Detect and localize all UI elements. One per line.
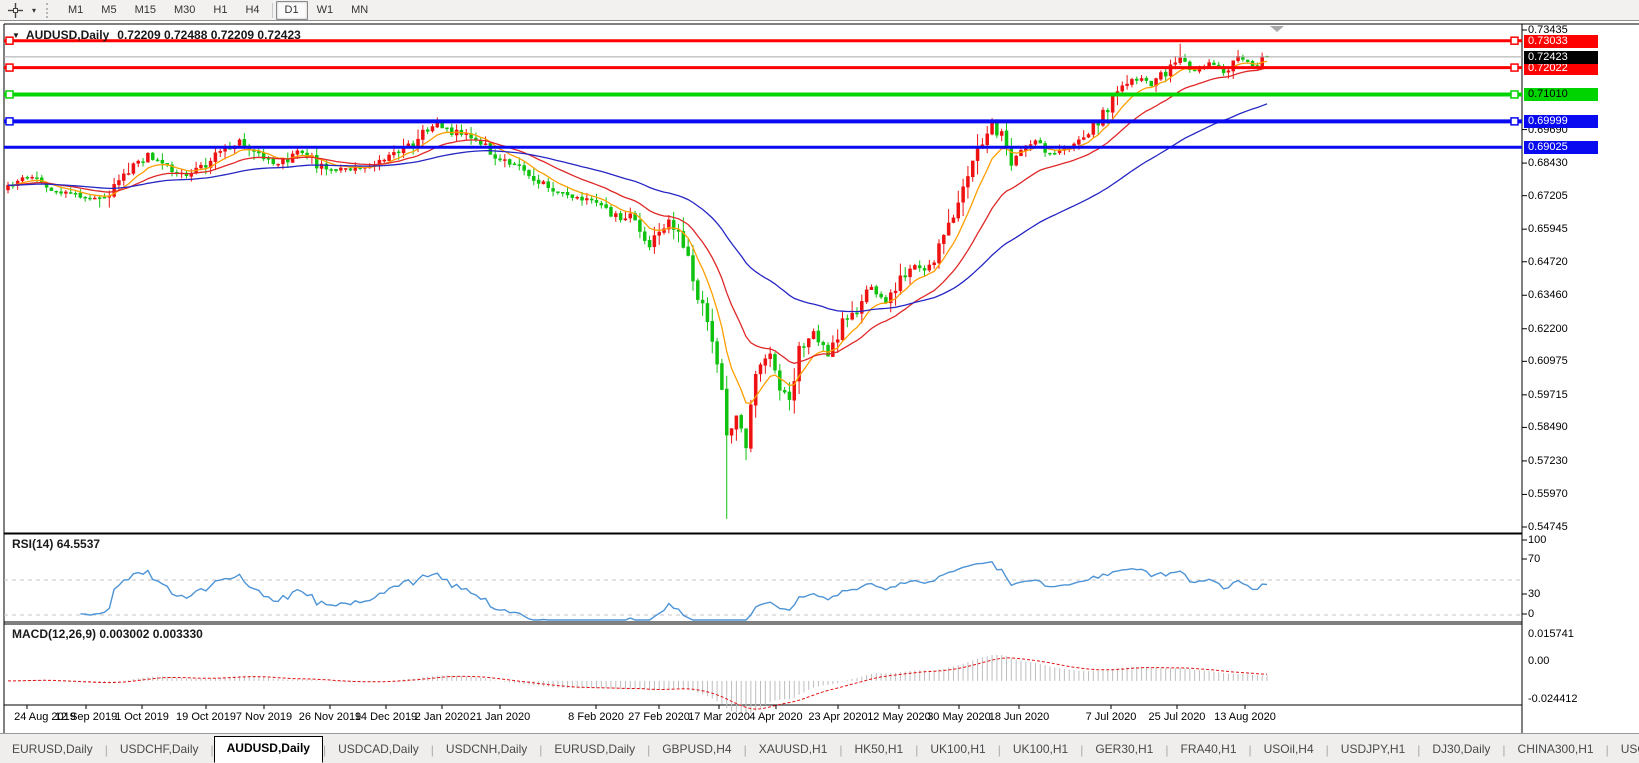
chart-tab-dj30-daily[interactable]: DJ30,Daily <box>1420 738 1502 761</box>
timeframe-button-w1[interactable]: W1 <box>308 1 343 20</box>
date-tick: 18 Jun 2020 <box>988 711 1050 723</box>
price-tick: 0.57230 <box>1528 454 1568 467</box>
chart-tab-gbpusd-h4[interactable]: GBPUSD,H4 <box>650 738 743 761</box>
chart-tab-hk50-h1[interactable]: HK50,H1 <box>843 738 916 761</box>
timeframe-button-m1[interactable]: M1 <box>59 1 92 20</box>
price-tick: 0.59715 <box>1528 388 1568 401</box>
price-tick: 0.62200 <box>1528 322 1568 335</box>
price-tick: 0.68430 <box>1528 157 1568 170</box>
price-tick: 0.58490 <box>1528 421 1568 434</box>
chart-window[interactable]: ▼ AUDUSD,Daily 0.72209 0.72488 0.72209 0.7… <box>0 21 1639 733</box>
chart-tab-china300-h1[interactable]: CHINA300,H1 <box>1506 738 1606 761</box>
toolbar-separator <box>271 2 273 18</box>
rsi-indicator-label: RSI(14) 64.5537 <box>12 537 101 551</box>
chart-tab-xauusd-h1[interactable]: XAUUSD,H1 <box>747 738 840 761</box>
chart-tab-eurusd-daily[interactable]: EURUSD,Daily <box>0 738 105 761</box>
macd-values: 0.003002 0.003330 <box>99 627 203 641</box>
price-tick: 0.64720 <box>1528 255 1568 268</box>
chart-tab-ger30-h1[interactable]: GER30,H1 <box>1083 738 1165 761</box>
chart-title: ▼ AUDUSD,Daily 0.72209 0.72488 0.72209 0.7… <box>12 28 301 42</box>
chart-tab-uk100-h1[interactable]: UK100,H1 <box>918 738 997 761</box>
macd-axis-bottom: -0.024412 <box>1528 693 1578 705</box>
chart-tab-audusd-daily[interactable]: AUDUSD,Daily <box>213 736 323 763</box>
chart-tab-usdchf-daily[interactable]: USDCHF,Daily <box>108 738 211 761</box>
price-tick: 0.63460 <box>1528 289 1568 302</box>
macd-indicator-label: MACD(12,26,9) 0.003002 0.003330 <box>12 627 203 641</box>
price-tick: 0.60975 <box>1528 355 1568 368</box>
chart-tab-uk100-h1[interactable]: UK100,H1 <box>1001 738 1080 761</box>
price-tick: 0.67205 <box>1528 189 1568 202</box>
ohlc-values: 0.72209 0.72488 0.72209 0.72423 <box>117 28 301 42</box>
tool-dropdown-caret-icon[interactable]: ▾ <box>28 6 40 15</box>
chart-canvas[interactable] <box>0 21 1639 733</box>
chart-tab-usdcnh-daily[interactable]: USDCNH,Daily <box>434 738 539 761</box>
level-price-badge: 0.69999 <box>1524 115 1598 129</box>
rsi-axis-tick: 70 <box>1528 553 1541 565</box>
price-tick: 0.54745 <box>1528 521 1568 533</box>
macd-axis-top: 0.015741 <box>1528 628 1574 640</box>
timeframe-buttons-group: M1 M5 M15 M30 H1 H4 D1 W1 MN <box>59 0 377 20</box>
rsi-value: 64.5537 <box>56 537 101 551</box>
chart-tab-eurusd-daily[interactable]: EURUSD,Daily <box>542 738 647 761</box>
date-tick: 21 Jan 2020 <box>469 711 531 723</box>
date-tick: 13 Aug 2020 <box>1214 711 1276 723</box>
timeframe-button-h4[interactable]: H4 <box>236 1 268 20</box>
timeframe-button-mn[interactable]: MN <box>342 1 377 20</box>
trading-app-window: ▾ M1 M5 M15 M30 H1 H4 D1 W1 MN ▼ AUDUSD,Daily 0.72… <box>0 0 1639 763</box>
macd-axis-zero: 0.00 <box>1528 655 1550 667</box>
chart-tab-usoil-h1[interactable]: USOil,H1 <box>1609 738 1639 761</box>
timeframe-button-m5[interactable]: M5 <box>92 1 125 20</box>
level-price-badge: 0.69025 <box>1524 141 1598 155</box>
chart-tab-usdjpy-h1[interactable]: USDJPY,H1 <box>1329 738 1417 761</box>
chart-tab-fra40-h1[interactable]: FRA40,H1 <box>1168 738 1248 761</box>
symbol-dropdown-icon[interactable]: ▼ <box>12 31 20 40</box>
timeframe-button-d1[interactable]: D1 <box>275 0 308 20</box>
chart-tabs-bar: EURUSD,Daily | USDCHF,Daily | AUDUSD,Daily | U… <box>0 733 1639 763</box>
rsi-axis-tick: 0 <box>1528 608 1535 620</box>
rsi-axis-tick: 30 <box>1528 588 1541 600</box>
level-price-badge: 0.73033 <box>1524 34 1598 48</box>
rsi-axis-tick: 100 <box>1528 534 1547 546</box>
timeframe-button-m15[interactable]: M15 <box>126 1 165 20</box>
crosshair-tool-icon[interactable] <box>4 2 26 19</box>
price-tick: 0.55970 <box>1528 488 1568 501</box>
symbol-name: AUDUSD,Daily <box>25 28 110 42</box>
timeframe-toolbar: ▾ M1 M5 M15 M30 H1 H4 D1 W1 MN <box>0 0 1639 21</box>
timeframe-button-m30[interactable]: M30 <box>165 1 204 20</box>
toolbar-drag-handle[interactable] <box>46 2 53 18</box>
chart-tab-usdcad-daily[interactable]: USDCAD,Daily <box>326 738 431 761</box>
level-price-badge: 0.71010 <box>1524 88 1598 102</box>
chart-tab-usoil-h4[interactable]: USOil,H4 <box>1252 738 1326 761</box>
current-price-badge: 0.72423 <box>1524 50 1598 64</box>
timeframe-button-h1[interactable]: H1 <box>204 1 236 20</box>
price-tick: 0.65945 <box>1528 223 1568 236</box>
